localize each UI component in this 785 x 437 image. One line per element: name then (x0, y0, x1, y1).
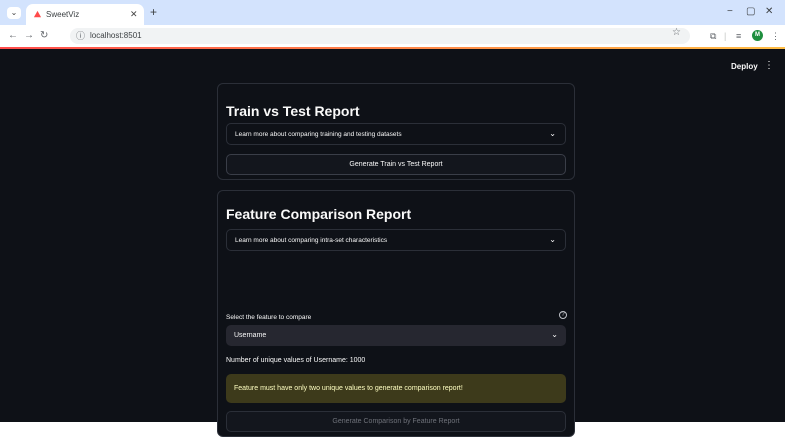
browser-window: ⌄ SweetViz ✕ + − ▢ ✕ ← → ↻ ⓘ localhost:8… (0, 0, 785, 437)
feature-comparison-card: Feature Comparison Report Learn more abo… (217, 190, 575, 437)
chevron-down-icon: ⌄ (549, 129, 556, 138)
back-icon[interactable]: ← (8, 29, 18, 43)
feature-select[interactable]: Username ⌄ (226, 325, 566, 346)
expander-label: Learn more about comparing intra-set cha… (235, 237, 388, 244)
help-icon[interactable]: ? (559, 311, 567, 319)
chevron-down-icon: ⌄ (551, 330, 558, 339)
site-info-icon[interactable]: ⓘ (76, 30, 85, 42)
reading-list-icon[interactable]: ≡ (736, 30, 741, 42)
expander-label: Learn more about comparing training and … (235, 131, 402, 138)
tab-search-icon[interactable]: ⌄ (7, 7, 21, 19)
tab-close-icon[interactable]: ✕ (130, 8, 138, 20)
streamlit-favicon-icon (33, 10, 42, 18)
bookmark-star-icon[interactable]: ☆ (672, 27, 681, 39)
profile-avatar[interactable]: M (752, 30, 763, 41)
browser-tab[interactable]: SweetViz ✕ (26, 4, 144, 25)
streamlit-app: Deploy ⋮ Train vs Test Report Learn more… (0, 49, 785, 437)
feature-comparison-heading: Feature Comparison Report (226, 206, 412, 222)
feature-comparison-expander[interactable]: Learn more about comparing intra-set cha… (226, 229, 566, 251)
browser-menu-icon[interactable]: ⋮ (771, 30, 780, 42)
deploy-button[interactable]: Deploy (731, 62, 758, 72)
generate-train-test-button[interactable]: Generate Train vs Test Report (226, 154, 566, 175)
selected-feature-value: Username (234, 332, 267, 339)
forward-icon[interactable]: → (24, 29, 34, 43)
new-tab-icon[interactable]: + (150, 5, 157, 19)
main-menu-icon[interactable]: ⋮ (764, 61, 774, 71)
url-text: localhost:8501 (90, 31, 142, 40)
warning-text: Feature must have only two unique values… (234, 385, 463, 392)
train-test-card: Train vs Test Report Learn more about co… (217, 83, 575, 180)
minimize-icon[interactable]: − (727, 5, 733, 19)
tab-title: SweetViz (46, 10, 80, 19)
unique-values-text: Number of unique values of Username: 100… (226, 357, 366, 364)
train-test-heading: Train vs Test Report (226, 103, 360, 119)
browser-toolbar: ← → ↻ ⓘ localhost:8501 ☆ ⧉ | ≡ M ⋮ (0, 25, 785, 47)
toolbar-divider: | (724, 31, 727, 41)
extensions-icon[interactable]: ⧉ (710, 30, 716, 42)
reload-icon[interactable]: ↻ (40, 29, 48, 43)
maximize-icon[interactable]: ▢ (746, 5, 755, 19)
chevron-down-icon: ⌄ (549, 235, 556, 244)
tab-strip: ⌄ SweetViz ✕ + − ▢ ✕ (0, 0, 785, 25)
warning-alert: Feature must have only two unique values… (226, 374, 566, 403)
train-test-expander[interactable]: Learn more about comparing training and … (226, 123, 566, 145)
feature-select-label: Select the feature to compare (226, 314, 312, 321)
close-window-icon[interactable]: ✕ (765, 5, 773, 19)
address-bar[interactable]: ⓘ localhost:8501 (70, 28, 690, 44)
